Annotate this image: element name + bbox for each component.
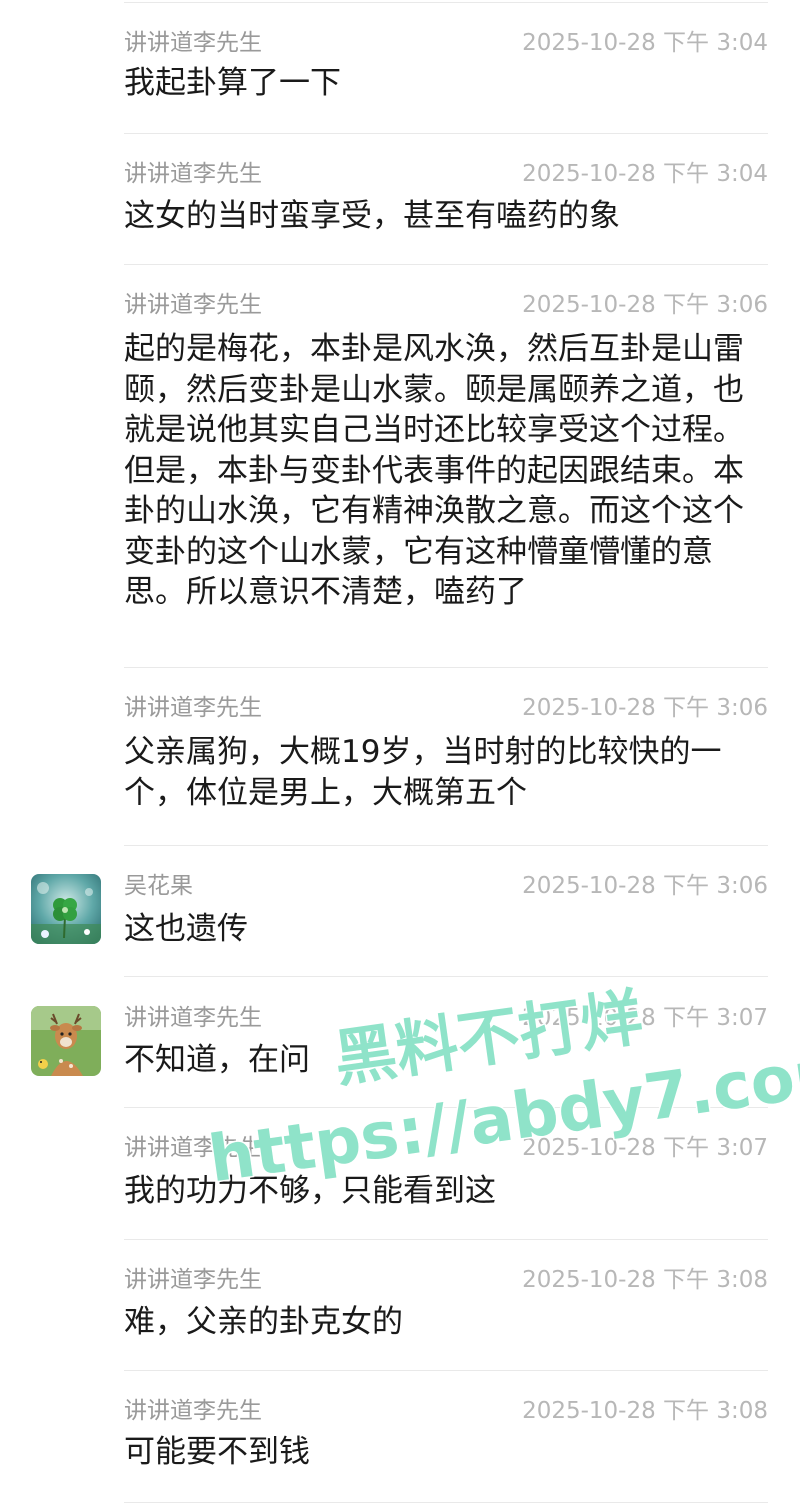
divider — [124, 1239, 768, 1240]
divider — [124, 2, 768, 3]
sender-name: 讲讲道李先生 — [124, 1398, 262, 1424]
message-text: 起的是梅花，本卦是风水涣，然后互卦是山雷颐，然后变卦是山水蒙。颐是属颐养之道，也… — [124, 331, 744, 610]
divider — [124, 133, 768, 134]
message-text: 可能要不到钱 — [124, 1434, 310, 1470]
sender-name: 讲讲道李先生 — [124, 161, 262, 187]
message-timestamp: 2025-10-28 下午 3:08 — [522, 1398, 768, 1424]
message-timestamp: 2025-10-28 下午 3:04 — [522, 30, 768, 56]
message-timestamp: 2025-10-28 下午 3:08 — [522, 1267, 768, 1293]
divider — [124, 976, 768, 977]
divider — [124, 845, 768, 846]
message-text: 这也遗传 — [124, 911, 248, 947]
message-timestamp: 2025-10-28 下午 3:07 — [522, 1135, 768, 1161]
deer-avatar[interactable] — [31, 1006, 101, 1076]
sender-name: 讲讲道李先生 — [124, 695, 262, 721]
sender-name: 讲讲道李先生 — [124, 292, 262, 318]
message-timestamp: 2025-10-28 下午 3:07 — [522, 1005, 768, 1031]
chat-message-list[interactable]: 讲讲道李先生 2025-10-28 下午 3:04 我起卦算了一下 讲讲道李先生… — [0, 0, 800, 1510]
message-timestamp: 2025-10-28 下午 3:04 — [522, 161, 768, 187]
message-text: 我的功力不够，只能看到这 — [124, 1173, 496, 1209]
sender-name: 讲讲道李先生 — [124, 1135, 262, 1161]
divider — [124, 1107, 768, 1108]
message-timestamp: 2025-10-28 下午 3:06 — [522, 695, 768, 721]
divider — [124, 667, 768, 668]
divider — [124, 264, 768, 265]
message-timestamp: 2025-10-28 下午 3:06 — [522, 292, 768, 318]
deer-icon — [31, 1006, 101, 1076]
clover-icon — [31, 874, 101, 944]
sender-name: 讲讲道李先生 — [124, 1005, 262, 1031]
divider — [124, 1370, 768, 1371]
message-text: 我起卦算了一下 — [124, 65, 341, 101]
sender-name: 讲讲道李先生 — [124, 30, 262, 56]
message-text: 不知道，在问 — [124, 1042, 310, 1078]
divider — [124, 1502, 768, 1503]
message-text: 父亲属狗，大概19岁，当时射的比较快的一个，体位是男上，大概第五个 — [124, 734, 722, 811]
message-text: 这女的当时蛮享受，甚至有嗑药的象 — [124, 198, 620, 234]
message-timestamp: 2025-10-28 下午 3:06 — [522, 873, 768, 899]
sender-name: 讲讲道李先生 — [124, 1267, 262, 1293]
message-text: 难，父亲的卦克女的 — [124, 1304, 403, 1340]
sender-name: 吴花果 — [124, 873, 193, 899]
clover-avatar[interactable] — [31, 874, 101, 944]
